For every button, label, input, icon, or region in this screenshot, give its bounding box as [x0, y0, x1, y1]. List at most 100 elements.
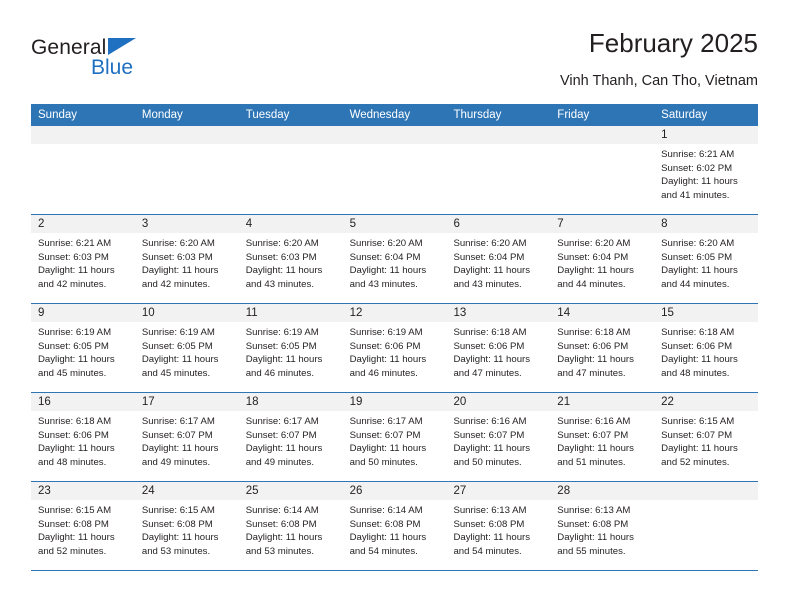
sunset-text: Sunset: 6:05 PM — [661, 251, 733, 263]
day-number-band — [342, 126, 447, 144]
day-info: Sunrise: 6:13 AM Sunset: 6:08 PM Dayligh… — [446, 500, 550, 558]
week-row: 1 Sunrise: 6:21 AM Sunset: 6:02 PM Dayli… — [31, 126, 759, 215]
sunset-text: Sunset: 6:07 PM — [349, 429, 421, 441]
day-info: Sunrise: 6:20 AM Sunset: 6:04 PM Dayligh… — [550, 233, 654, 291]
day-cell[interactable]: 1 Sunrise: 6:21 AM Sunset: 6:02 PM Dayli… — [654, 126, 759, 214]
day-number-band — [446, 126, 551, 144]
day-number-band: 5 — [342, 215, 447, 233]
day-cell[interactable]: 25 Sunrise: 6:14 AM Sunset: 6:08 PM Dayl… — [238, 482, 343, 570]
day-cell[interactable]: 12 Sunrise: 6:19 AM Sunset: 6:06 PM Dayl… — [342, 304, 447, 392]
day-cell[interactable]: 19 Sunrise: 6:17 AM Sunset: 6:07 PM Dayl… — [342, 393, 447, 481]
daylight-text: Daylight: 11 hours and 53 minutes. — [245, 532, 323, 557]
day-cell[interactable]: 9 Sunrise: 6:19 AM Sunset: 6:05 PM Dayli… — [31, 304, 135, 392]
day-info — [343, 144, 447, 148]
day-number: 7 — [557, 218, 564, 230]
day-info: Sunrise: 6:16 AM Sunset: 6:07 PM Dayligh… — [446, 411, 550, 469]
sunset-text: Sunset: 6:04 PM — [557, 251, 629, 263]
day-cell[interactable]: 3 Sunrise: 6:20 AM Sunset: 6:03 PM Dayli… — [134, 215, 239, 303]
sunrise-text: Sunrise: 6:18 AM — [661, 327, 735, 338]
sunrise-text: Sunrise: 6:15 AM — [661, 416, 735, 427]
day-number-band: 11 — [238, 304, 343, 322]
day-cell[interactable] — [446, 126, 551, 214]
day-info: Sunrise: 6:20 AM Sunset: 6:05 PM Dayligh… — [654, 233, 758, 291]
week-row: 16 Sunrise: 6:18 AM Sunset: 6:06 PM Dayl… — [31, 393, 759, 482]
page-title: February 2025 — [588, 28, 758, 58]
day-cell[interactable]: 28 Sunrise: 6:13 AM Sunset: 6:08 PM Dayl… — [550, 482, 655, 570]
day-number-band: 2 — [31, 215, 135, 233]
sunrise-text: Sunrise: 6:18 AM — [38, 416, 112, 427]
day-number-band — [134, 126, 239, 144]
day-info: Sunrise: 6:21 AM Sunset: 6:03 PM Dayligh… — [31, 233, 135, 291]
day-cell[interactable]: 16 Sunrise: 6:18 AM Sunset: 6:06 PM Dayl… — [31, 393, 135, 481]
day-number: 13 — [453, 307, 467, 319]
day-cell[interactable]: 21 Sunrise: 6:16 AM Sunset: 6:07 PM Dayl… — [550, 393, 655, 481]
daylight-text: Daylight: 11 hours and 54 minutes. — [349, 532, 427, 557]
day-cell[interactable]: 23 Sunrise: 6:15 AM Sunset: 6:08 PM Dayl… — [31, 482, 135, 570]
day-cell[interactable]: 5 Sunrise: 6:20 AM Sunset: 6:04 PM Dayli… — [342, 215, 447, 303]
day-cell[interactable]: 24 Sunrise: 6:15 AM Sunset: 6:08 PM Dayl… — [134, 482, 239, 570]
general-blue-logo[interactable]: General Blue — [31, 36, 161, 84]
day-cell[interactable]: 13 Sunrise: 6:18 AM Sunset: 6:06 PM Dayl… — [446, 304, 551, 392]
weekday-header-row: Sunday Monday Tuesday Wednesday Thursday… — [31, 104, 758, 126]
sunrise-text: Sunrise: 6:13 AM — [453, 505, 527, 516]
day-cell[interactable]: 8 Sunrise: 6:20 AM Sunset: 6:05 PM Dayli… — [654, 215, 759, 303]
daylight-text: Daylight: 11 hours and 55 minutes. — [557, 532, 634, 557]
day-number-band: 10 — [134, 304, 239, 322]
sunrise-text: Sunrise: 6:16 AM — [557, 416, 631, 427]
sunset-text: Sunset: 6:03 PM — [141, 251, 213, 263]
daylight-text: Daylight: 11 hours and 46 minutes. — [349, 354, 427, 379]
sunrise-text: Sunrise: 6:20 AM — [245, 238, 319, 249]
day-cell[interactable] — [238, 126, 343, 214]
day-cell[interactable] — [654, 482, 759, 570]
day-cell[interactable] — [134, 126, 239, 214]
daylight-text: Daylight: 11 hours and 47 minutes. — [453, 354, 531, 379]
daylight-text: Daylight: 11 hours and 46 minutes. — [245, 354, 323, 379]
day-cell[interactable]: 14 Sunrise: 6:18 AM Sunset: 6:06 PM Dayl… — [550, 304, 655, 392]
day-info: Sunrise: 6:14 AM Sunset: 6:08 PM Dayligh… — [343, 500, 447, 558]
day-cell[interactable]: 11 Sunrise: 6:19 AM Sunset: 6:05 PM Dayl… — [238, 304, 343, 392]
day-info: Sunrise: 6:20 AM Sunset: 6:04 PM Dayligh… — [343, 233, 447, 291]
day-number: 6 — [453, 218, 460, 230]
sunset-text: Sunset: 6:06 PM — [661, 340, 733, 352]
page-subtitle: Vinh Thanh, Can Tho, Vietnam — [559, 73, 758, 89]
day-cell[interactable]: 27 Sunrise: 6:13 AM Sunset: 6:08 PM Dayl… — [446, 482, 551, 570]
day-number: 4 — [245, 218, 253, 230]
sunrise-text: Sunrise: 6:15 AM — [141, 505, 215, 516]
day-cell[interactable] — [342, 126, 447, 214]
day-info: Sunrise: 6:18 AM Sunset: 6:06 PM Dayligh… — [550, 322, 654, 380]
day-info — [654, 500, 758, 504]
sunrise-text: Sunrise: 6:14 AM — [245, 505, 319, 516]
sunrise-text: Sunrise: 6:19 AM — [38, 327, 112, 338]
day-cell[interactable] — [31, 126, 135, 214]
day-cell[interactable]: 15 Sunrise: 6:18 AM Sunset: 6:06 PM Dayl… — [654, 304, 759, 392]
day-number-band: 8 — [654, 215, 759, 233]
day-cell[interactable]: 7 Sunrise: 6:20 AM Sunset: 6:04 PM Dayli… — [550, 215, 655, 303]
sunset-text: Sunset: 6:06 PM — [349, 340, 421, 352]
sunrise-text: Sunrise: 6:21 AM — [38, 238, 112, 249]
day-cell[interactable]: 10 Sunrise: 6:19 AM Sunset: 6:05 PM Dayl… — [134, 304, 239, 392]
day-number-band — [238, 126, 343, 144]
day-number: 12 — [349, 307, 363, 319]
daylight-text: Daylight: 11 hours and 43 minutes. — [453, 265, 531, 290]
sunrise-text: Sunrise: 6:15 AM — [38, 505, 112, 516]
day-cell[interactable]: 26 Sunrise: 6:14 AM Sunset: 6:08 PM Dayl… — [342, 482, 447, 570]
day-cell[interactable]: 2 Sunrise: 6:21 AM Sunset: 6:03 PM Dayli… — [31, 215, 135, 303]
sunrise-text: Sunrise: 6:17 AM — [245, 416, 319, 427]
day-number: 28 — [557, 485, 571, 497]
day-cell[interactable] — [550, 126, 655, 214]
day-number-band — [654, 482, 759, 500]
weekday-header-thursday: Thursday — [453, 109, 502, 121]
day-cell[interactable]: 4 Sunrise: 6:20 AM Sunset: 6:03 PM Dayli… — [238, 215, 343, 303]
sunset-text: Sunset: 6:05 PM — [245, 340, 317, 352]
daylight-text: Daylight: 11 hours and 45 minutes. — [141, 354, 219, 379]
day-info: Sunrise: 6:20 AM Sunset: 6:03 PM Dayligh… — [239, 233, 343, 291]
day-cell[interactable]: 22 Sunrise: 6:15 AM Sunset: 6:07 PM Dayl… — [654, 393, 759, 481]
day-info: Sunrise: 6:19 AM Sunset: 6:05 PM Dayligh… — [31, 322, 135, 380]
sunrise-text: Sunrise: 6:20 AM — [661, 238, 735, 249]
day-cell[interactable]: 18 Sunrise: 6:17 AM Sunset: 6:07 PM Dayl… — [238, 393, 343, 481]
day-cell[interactable]: 20 Sunrise: 6:16 AM Sunset: 6:07 PM Dayl… — [446, 393, 551, 481]
day-cell[interactable]: 17 Sunrise: 6:17 AM Sunset: 6:07 PM Dayl… — [134, 393, 239, 481]
day-cell[interactable]: 6 Sunrise: 6:20 AM Sunset: 6:04 PM Dayli… — [446, 215, 551, 303]
day-number-band: 19 — [342, 393, 447, 411]
sunset-text: Sunset: 6:08 PM — [557, 518, 629, 530]
